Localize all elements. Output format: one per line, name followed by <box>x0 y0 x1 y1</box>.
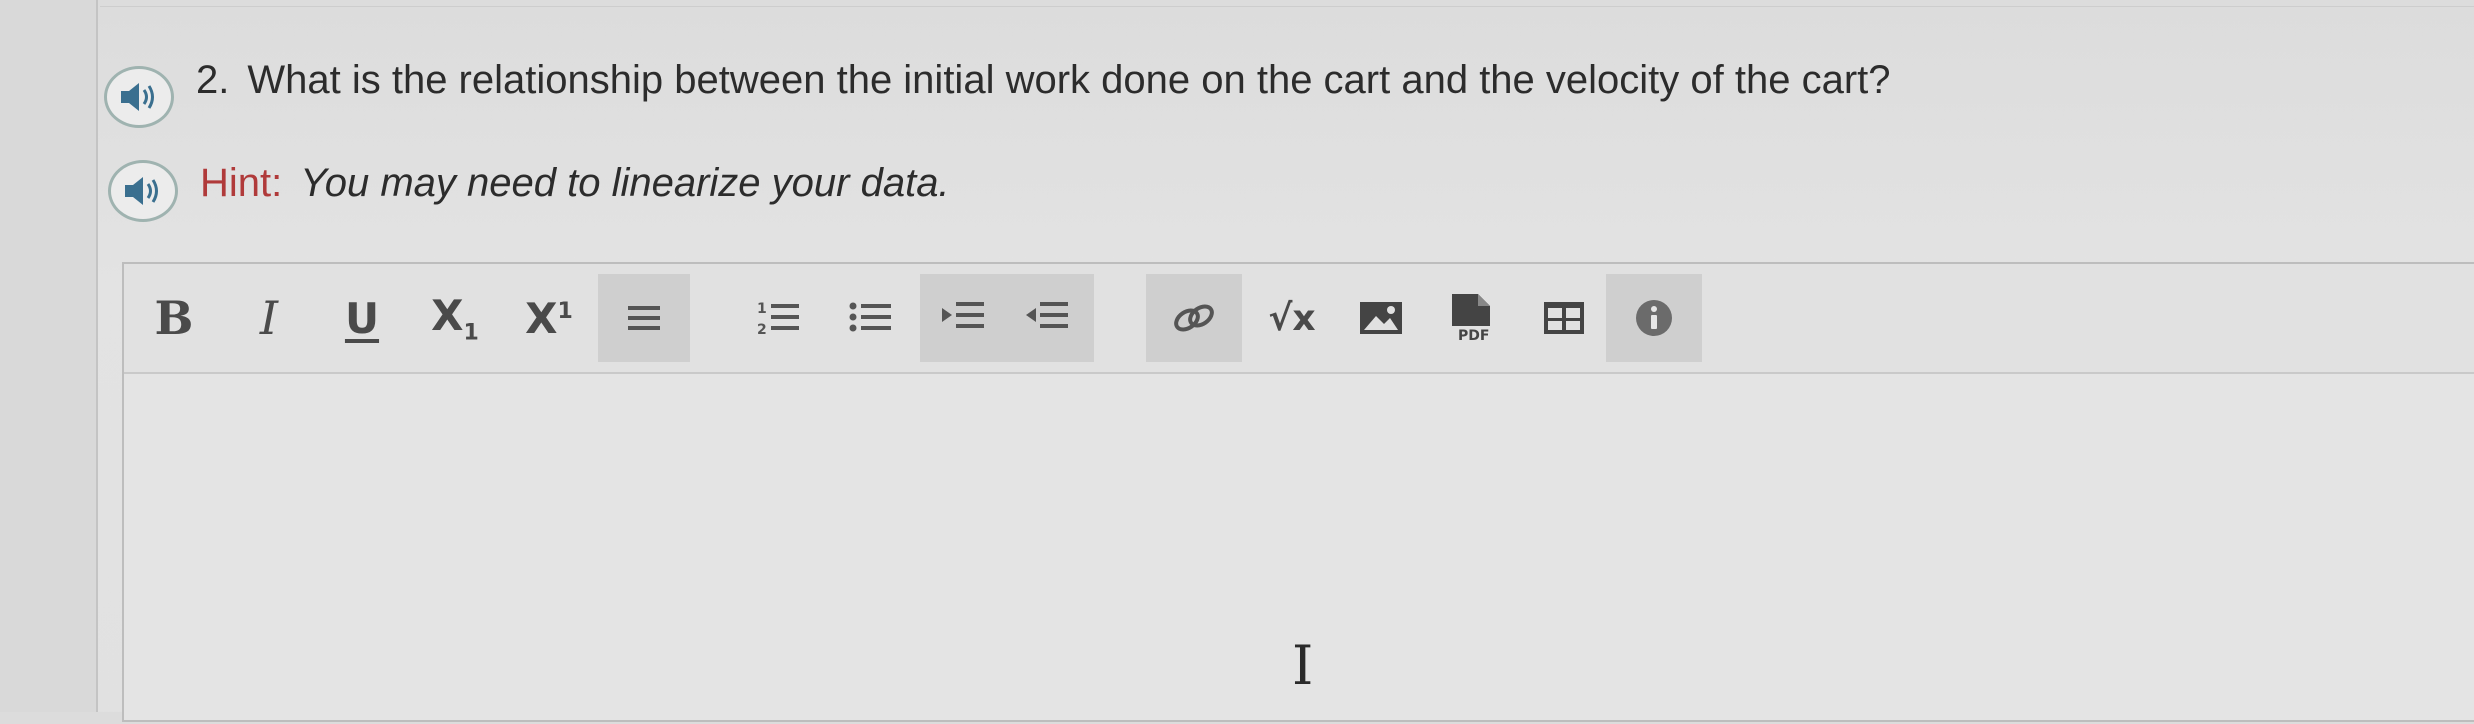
underline-label: U <box>344 293 380 343</box>
indent-button[interactable] <box>940 296 988 336</box>
info-button[interactable] <box>1606 274 1702 362</box>
superscript-label: X1 <box>525 294 573 343</box>
link-icon <box>1174 304 1214 332</box>
question-number: 2. <box>196 58 230 102</box>
pdf-label: PDF <box>1458 328 1489 344</box>
outdent-icon <box>1026 302 1068 328</box>
unordered-list-button[interactable] <box>836 274 906 362</box>
unordered-list-icon <box>849 302 891 332</box>
table-button[interactable] <box>1526 274 1602 362</box>
outdent-button[interactable] <box>1024 296 1072 336</box>
speaker-icon <box>121 83 154 111</box>
link-button[interactable] <box>1146 274 1242 362</box>
italic-button[interactable]: I <box>239 274 299 362</box>
superscript-button[interactable]: X1 <box>516 274 582 362</box>
hint-line: Hint: You may need to linearize your data… <box>200 158 950 208</box>
subscript-label: X1 <box>431 291 479 345</box>
hint-text: You may need to linearize your data. <box>300 161 950 205</box>
equation-button[interactable]: √x <box>1254 274 1330 362</box>
bold-button[interactable]: B <box>144 274 204 362</box>
image-button[interactable] <box>1346 274 1416 362</box>
text-cursor-icon: I <box>1292 634 1314 697</box>
editor-toolbar: B I U X1 X1 1 2 √x PDF <box>124 264 2474 374</box>
left-rail <box>0 0 98 712</box>
superscript-base: X <box>525 293 558 343</box>
hint-speaker-button[interactable] <box>108 160 178 222</box>
sqrt-label: √x <box>1268 297 1316 339</box>
svg-text:1: 1 <box>757 301 767 317</box>
svg-text:2: 2 <box>757 322 767 338</box>
question-text: What is the relationship between the ini… <box>247 58 1891 102</box>
italic-label: I <box>259 291 279 345</box>
table-icon <box>1544 302 1584 334</box>
ordered-list-button[interactable]: 1 2 <box>744 274 814 362</box>
pdf-icon: PDF <box>1452 294 1490 344</box>
align-button[interactable] <box>598 274 690 362</box>
indent-group <box>920 274 1094 362</box>
align-icon <box>628 306 660 330</box>
indent-icon <box>942 302 984 328</box>
speaker-icon <box>125 177 158 205</box>
superscript-mark: 1 <box>557 298 573 324</box>
subscript-base: X <box>431 290 464 340</box>
info-icon <box>1636 300 1672 336</box>
ordered-list-icon: 1 2 <box>757 301 799 338</box>
image-icon <box>1360 302 1402 334</box>
hint-label: Hint: <box>200 161 283 205</box>
underline-button[interactable]: U <box>332 274 392 362</box>
question-text-line: 2. What is the relationship between the i… <box>196 55 1891 105</box>
top-divider <box>100 6 2474 7</box>
bold-label: B <box>154 291 194 345</box>
subscript-mark: 1 <box>463 320 479 346</box>
pdf-button[interactable]: PDF <box>1434 274 1510 362</box>
subscript-button[interactable]: X1 <box>422 274 488 362</box>
question-speaker-button[interactable] <box>104 66 174 128</box>
